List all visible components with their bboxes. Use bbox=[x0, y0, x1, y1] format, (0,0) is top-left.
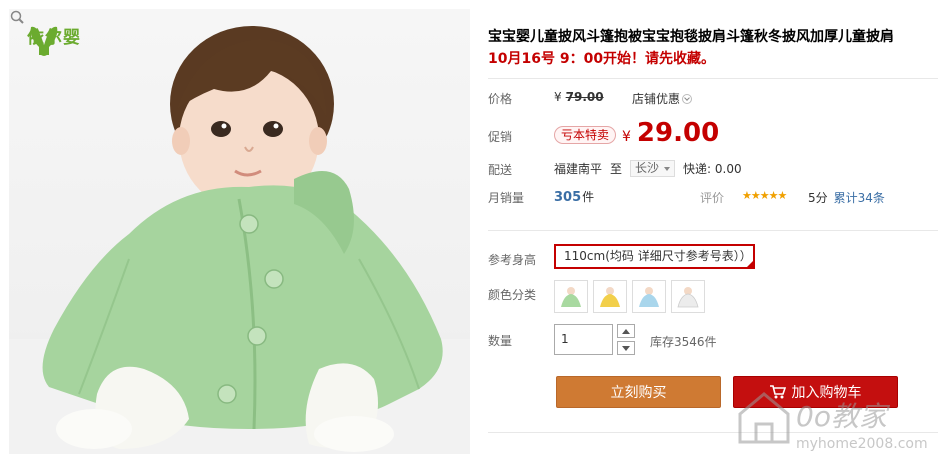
size-option-selected[interactable]: 110cm(均码 详细尺寸参考号表）） bbox=[554, 244, 755, 269]
shipping-info: 福建南平 至 长沙 快递: 0.00 bbox=[554, 160, 742, 177]
shop-promo-label: 店铺优惠 bbox=[632, 92, 681, 106]
buy-now-button[interactable]: 立刻购买 bbox=[556, 376, 721, 408]
size-label: 参考身高 bbox=[488, 253, 537, 267]
promo-currency: ¥ bbox=[622, 129, 631, 145]
color-swatch-green[interactable] bbox=[554, 280, 588, 313]
reviews-link[interactable]: 累计34条 bbox=[834, 191, 885, 205]
score-value: 5分 bbox=[808, 191, 828, 205]
chevron-down-icon bbox=[664, 166, 671, 171]
divider bbox=[488, 78, 938, 79]
rating-label: 评价 bbox=[700, 191, 725, 205]
size-option-text: 110cm(均码 详细尺寸参考号表）） bbox=[564, 249, 752, 263]
color-swatch-yellow[interactable] bbox=[593, 280, 627, 313]
quantity-input[interactable]: 1 bbox=[554, 324, 613, 355]
quantity-decrement-button[interactable] bbox=[617, 341, 635, 355]
zoom-icon[interactable] bbox=[9, 9, 25, 25]
promo-price-value: 29.00 bbox=[636, 118, 720, 148]
product-title: 宝宝婴儿童披风斗篷抱被宝宝抱毯披肩斗篷秋冬披风加厚儿童披肩 bbox=[488, 29, 894, 45]
sale-notice: 10月16号 9：00开始！请先收藏。 bbox=[488, 51, 716, 67]
sales-count: 305 bbox=[554, 190, 582, 205]
ship-from: 福建南平 bbox=[554, 162, 603, 176]
quantity-increment-button[interactable] bbox=[617, 324, 635, 338]
shop-promo-dropdown[interactable]: 店铺优惠 bbox=[632, 90, 693, 107]
site-watermark: 0o教家 myhome2008.com bbox=[738, 392, 928, 452]
monthly-sales-label: 月销量 bbox=[488, 191, 525, 205]
quantity-label: 数量 bbox=[488, 334, 513, 348]
sales-unit: 件 bbox=[582, 190, 595, 204]
price-label: 价格 bbox=[488, 92, 513, 106]
currency-symbol: ¥ bbox=[554, 90, 562, 104]
color-swatches bbox=[554, 280, 705, 313]
star-rating-icon: ★★★★★ bbox=[742, 189, 787, 202]
color-swatch-white[interactable] bbox=[671, 280, 705, 313]
stock-count: 库存3546件 bbox=[650, 335, 717, 349]
selected-check-icon bbox=[746, 260, 753, 267]
rating-score: 5分 累计34条 bbox=[808, 189, 885, 206]
divider bbox=[488, 230, 938, 231]
monthly-sales: 305件 bbox=[554, 188, 594, 205]
yellow-cape-thumbnail bbox=[600, 286, 620, 307]
white-cape-thumbnail bbox=[677, 286, 699, 307]
destination-value: 长沙 bbox=[635, 161, 660, 175]
blue-cape-thumbnail bbox=[639, 286, 659, 307]
original-price-value: 79.00 bbox=[565, 90, 604, 104]
rabbit-icon bbox=[30, 26, 58, 56]
destination-select[interactable]: 长沙 bbox=[630, 160, 676, 177]
chevron-down-icon bbox=[682, 93, 693, 104]
promo-badge: 亏本特卖 bbox=[554, 126, 617, 144]
shipping-label: 配送 bbox=[488, 163, 513, 177]
color-swatch-blue[interactable] bbox=[632, 280, 666, 313]
chevron-down-icon bbox=[622, 345, 630, 351]
chevron-up-icon bbox=[622, 328, 630, 334]
promo-label: 促销 bbox=[488, 130, 513, 144]
express-fee: 快递: 0.00 bbox=[683, 162, 742, 176]
ship-to-word: 至 bbox=[610, 162, 623, 176]
watermark-url: myhome2008.com bbox=[796, 436, 928, 452]
brand-logo: 依尔婴 bbox=[27, 23, 81, 56]
color-label: 颜色分类 bbox=[488, 288, 537, 302]
baby-in-green-cape-image bbox=[9, 26, 470, 454]
original-price: ¥79.00 bbox=[554, 90, 604, 104]
green-cape-thumbnail bbox=[561, 286, 581, 307]
promo-price: ¥ 29.00 bbox=[622, 118, 719, 148]
watermark-text: 0o教家 bbox=[796, 400, 891, 433]
product-photo[interactable]: 依尔婴 bbox=[9, 9, 470, 454]
buy-now-label: 立刻购买 bbox=[610, 385, 667, 401]
